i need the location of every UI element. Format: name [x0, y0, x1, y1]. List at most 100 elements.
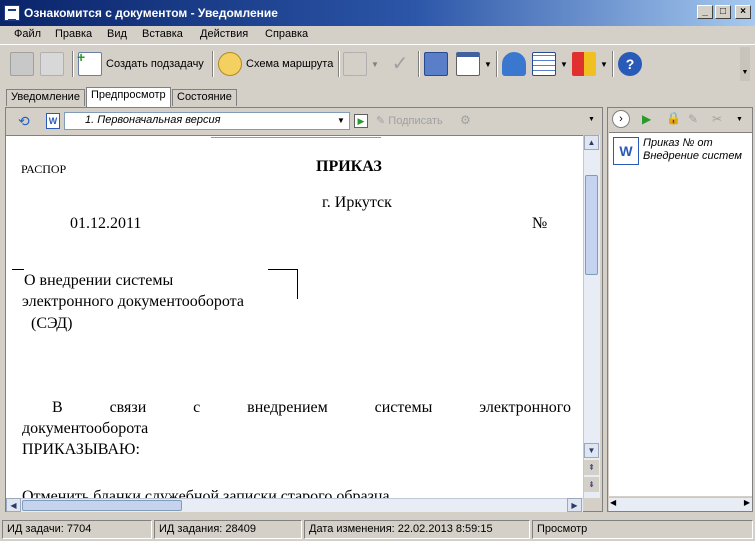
- tab-strip: Уведомление Предпросмотр Состояние: [0, 86, 755, 107]
- panel-overflow-icon[interactable]: ▼: [736, 116, 743, 123]
- menu-file[interactable]: Файл: [14, 28, 41, 40]
- status-mode: Просмотр: [532, 520, 753, 539]
- scroll-right-icon[interactable]: ▶: [567, 498, 582, 512]
- save-button[interactable]: [10, 49, 34, 79]
- panel-overflow-icon[interactable]: ▼: [588, 116, 595, 123]
- hscroll-thumb[interactable]: [22, 500, 182, 511]
- create-subtask-button[interactable]: + Создать подзадачу: [77, 49, 204, 79]
- tab-state[interactable]: Состояние: [172, 89, 237, 106]
- scroll-left-icon[interactable]: ◀: [610, 498, 616, 507]
- preview-panel: ⟲ W 1. Первоначальная версия ▼ ▶ ✎ Подпи…: [5, 107, 603, 512]
- attach-dropdown-icon[interactable]: ▼: [371, 60, 379, 69]
- table-icon: [532, 52, 556, 76]
- doc-body-word: с: [193, 399, 201, 416]
- spellcheck-icon: ✓: [391, 53, 409, 75]
- page-down-icon[interactable]: ⇟: [584, 477, 599, 492]
- minimize-button[interactable]: _: [697, 5, 713, 19]
- open-document-icon[interactable]: ▶: [354, 114, 368, 128]
- sign-button[interactable]: ✎ Подписать: [376, 114, 443, 127]
- status-task-id: ИД задачи: 7704: [2, 520, 152, 539]
- verify-signature-icon[interactable]: ⚙: [460, 113, 471, 127]
- share-button[interactable]: [40, 49, 64, 79]
- menu-edit[interactable]: Правка: [55, 28, 92, 40]
- tab-preview[interactable]: Предпросмотр: [86, 87, 171, 107]
- attachment-line-2: Внедрение систем: [643, 150, 742, 162]
- notify-button[interactable]: [502, 49, 526, 79]
- doc-left-header: РАСПОР: [21, 162, 67, 176]
- doc-cut-line: Отменить бланки служебной записки старог…: [22, 488, 390, 498]
- calendar-button[interactable]: ▼: [456, 49, 492, 79]
- edit-icon[interactable]: ✎: [688, 112, 698, 126]
- list-item[interactable]: W Приказ № от Внедрение систем: [613, 137, 752, 165]
- scroll-thumb[interactable]: [585, 175, 598, 275]
- document-view[interactable]: РАСПОР ПРИКАЗ г. Иркутск 01.12.2011 № О …: [6, 135, 583, 498]
- lock-icon[interactable]: 🔒: [666, 111, 681, 125]
- word-document-icon: W: [46, 113, 60, 129]
- play-icon[interactable]: ▶: [642, 112, 651, 126]
- status-assignment-id: ИД задания: 28409: [154, 520, 302, 539]
- app-icon: [4, 5, 20, 21]
- route-scheme-icon: [218, 52, 242, 76]
- bracket-right-top: [268, 269, 298, 270]
- color-button[interactable]: ▼: [572, 49, 608, 79]
- attachments-list: W Приказ № от Внедрение систем: [609, 132, 752, 496]
- add-subtask-icon: +: [77, 49, 102, 76]
- doc-subject-line-2: электронного документооборота: [22, 293, 244, 310]
- doc-body-word: электронного: [479, 399, 571, 416]
- tab-notification[interactable]: Уведомление: [6, 89, 85, 106]
- attachments-panel: › ▶ 🔒 ✎ ✂ ▼ W Приказ № от Внедрение сист…: [607, 107, 753, 512]
- color-dropdown-icon[interactable]: ▼: [600, 60, 608, 69]
- scroll-right-icon[interactable]: ▶: [744, 498, 750, 507]
- bracket-left: [12, 269, 24, 270]
- attachment-line-1: Приказ № от: [643, 137, 713, 149]
- calendar-dropdown-icon[interactable]: ▼: [484, 60, 492, 69]
- unlink-icon[interactable]: ✂: [712, 112, 722, 126]
- paperclip-icon: [343, 52, 367, 76]
- help-button[interactable]: ?: [618, 49, 642, 79]
- table-button[interactable]: ▼: [532, 49, 568, 79]
- document-toolbar: ⟲ W 1. Первоначальная версия ▼ ▶ ✎ Подпи…: [6, 108, 602, 134]
- rp-horizontal-scrollbar[interactable]: ◀ ▶: [609, 497, 752, 511]
- page-up-icon[interactable]: ⇞: [584, 460, 599, 475]
- vertical-scrollbar[interactable]: ▲ ▼ ⇞ ⇟: [583, 135, 600, 498]
- table-dropdown-icon[interactable]: ▼: [560, 60, 568, 69]
- route-scheme-label: Схема маршрута: [246, 58, 334, 70]
- chevron-down-icon[interactable]: ▼: [334, 114, 348, 128]
- doc-body-word: внедрением: [247, 399, 328, 416]
- scroll-down-icon[interactable]: ▼: [584, 443, 599, 458]
- doc-title: ПРИКАЗ: [316, 158, 382, 175]
- doc-body-line-2: документооборота: [22, 420, 149, 437]
- menu-actions[interactable]: Действия: [200, 28, 248, 40]
- collapse-panel-icon[interactable]: ›: [612, 110, 630, 128]
- bell-icon: [502, 52, 526, 76]
- menu-help[interactable]: Справка: [265, 28, 308, 40]
- share-icon: [40, 52, 64, 76]
- menu-view[interactable]: Вид: [107, 28, 127, 40]
- doc-subject-line-3: (СЭД): [31, 315, 73, 332]
- close-button[interactable]: ×: [735, 5, 751, 19]
- spellcheck-button[interactable]: ✓: [388, 49, 412, 79]
- hierarchy-button[interactable]: [424, 49, 448, 79]
- doc-number-sign: №: [532, 215, 548, 232]
- scroll-left-icon[interactable]: ◀: [6, 498, 21, 512]
- status-modified: Дата изменения: 22.02.2013 8:59:15: [304, 520, 530, 539]
- refresh-icon[interactable]: ⟲: [18, 113, 30, 130]
- maximize-button[interactable]: □: [715, 5, 731, 19]
- word-document-icon: W: [613, 137, 639, 165]
- doc-subject-line-1: О внедрении системы: [24, 272, 174, 289]
- menu-bar: Файл Правка Вид Вставка Действия Справка: [0, 26, 755, 44]
- attach-button[interactable]: ▼: [343, 49, 379, 79]
- route-scheme-button[interactable]: Схема маршрута: [218, 49, 333, 79]
- scroll-up-icon[interactable]: ▲: [584, 135, 599, 150]
- version-select[interactable]: 1. Первоначальная версия ▼: [64, 112, 350, 130]
- menu-insert[interactable]: Вставка: [142, 28, 183, 40]
- doc-date: 01.12.2011: [70, 215, 142, 232]
- color-grid-icon: [572, 52, 596, 76]
- doc-order: ПРИКАЗЫВАЮ:: [22, 441, 140, 458]
- toolbar-overflow[interactable]: ▼: [740, 47, 750, 81]
- doc-body-word: системы: [374, 399, 433, 416]
- hierarchy-icon: [424, 52, 448, 76]
- horizontal-scrollbar[interactable]: ◀ ▶: [6, 498, 583, 512]
- doc-body-word: связи: [109, 399, 147, 416]
- status-bar: ИД задачи: 7704 ИД задания: 28409 Дата и…: [0, 518, 755, 541]
